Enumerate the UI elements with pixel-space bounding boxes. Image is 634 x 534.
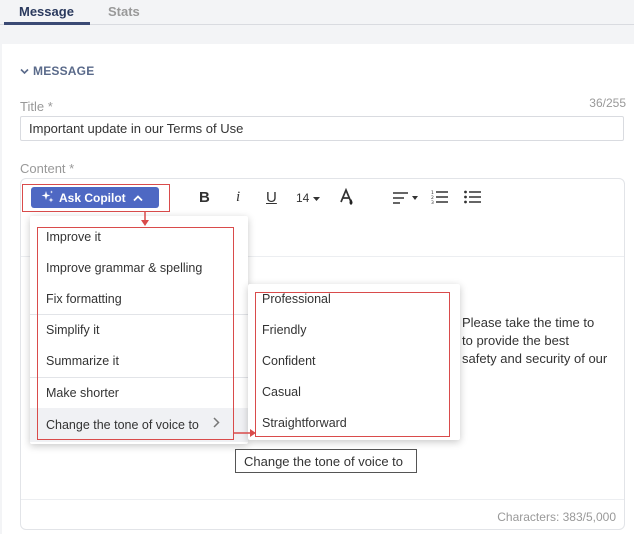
tooltip: Change the tone of voice to — [235, 449, 417, 473]
